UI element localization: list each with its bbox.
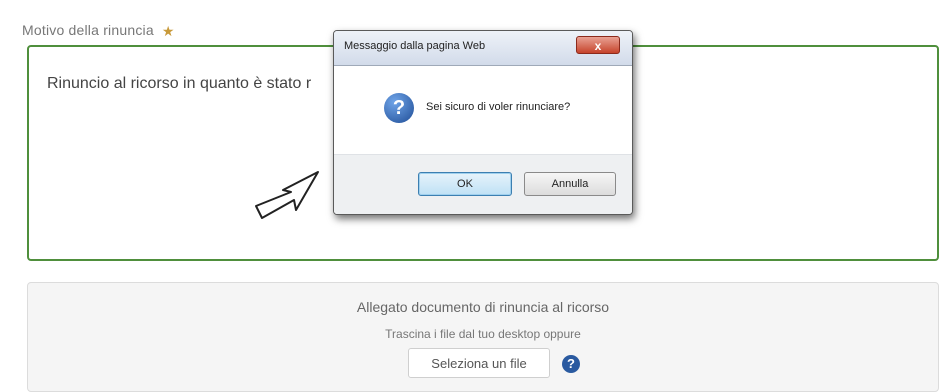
close-icon[interactable]: x xyxy=(576,36,620,54)
attachment-dropzone[interactable]: Allegato documento di rinuncia al ricors… xyxy=(27,282,939,392)
attachment-title: Allegato documento di rinuncia al ricors… xyxy=(356,299,610,315)
ok-button[interactable]: OK xyxy=(418,172,512,196)
form-page: Motivo della rinuncia ★ Rinuncio al rico… xyxy=(0,0,948,392)
mouse-cursor-icon xyxy=(255,171,319,219)
dialog-message: Sei sicuro di voler rinunciare? xyxy=(426,101,571,113)
help-icon[interactable]: ? xyxy=(562,355,580,373)
confirm-dialog: Messaggio dalla pagina Web x ? Sei sicur… xyxy=(333,30,633,215)
required-star-icon: ★ xyxy=(161,23,175,39)
reason-label-text: Motivo della rinuncia xyxy=(22,22,154,38)
question-icon: ? xyxy=(384,93,414,123)
select-file-button[interactable]: Seleziona un file xyxy=(408,348,550,378)
dialog-footer: OK Annulla xyxy=(334,154,632,214)
cancel-button[interactable]: Annulla xyxy=(524,172,616,196)
dialog-titlebar[interactable]: Messaggio dalla pagina Web x xyxy=(334,31,632,66)
dialog-title: Messaggio dalla pagina Web xyxy=(344,40,486,52)
reason-textarea-value: Rinuncio al ricorso in quanto è stato r xyxy=(47,75,312,92)
dialog-body: ? Sei sicuro di voler rinunciare? xyxy=(334,66,632,154)
attachment-hint: Trascina i file dal tuo desktop oppure xyxy=(385,327,581,341)
reason-label: Motivo della rinuncia ★ xyxy=(22,22,175,40)
